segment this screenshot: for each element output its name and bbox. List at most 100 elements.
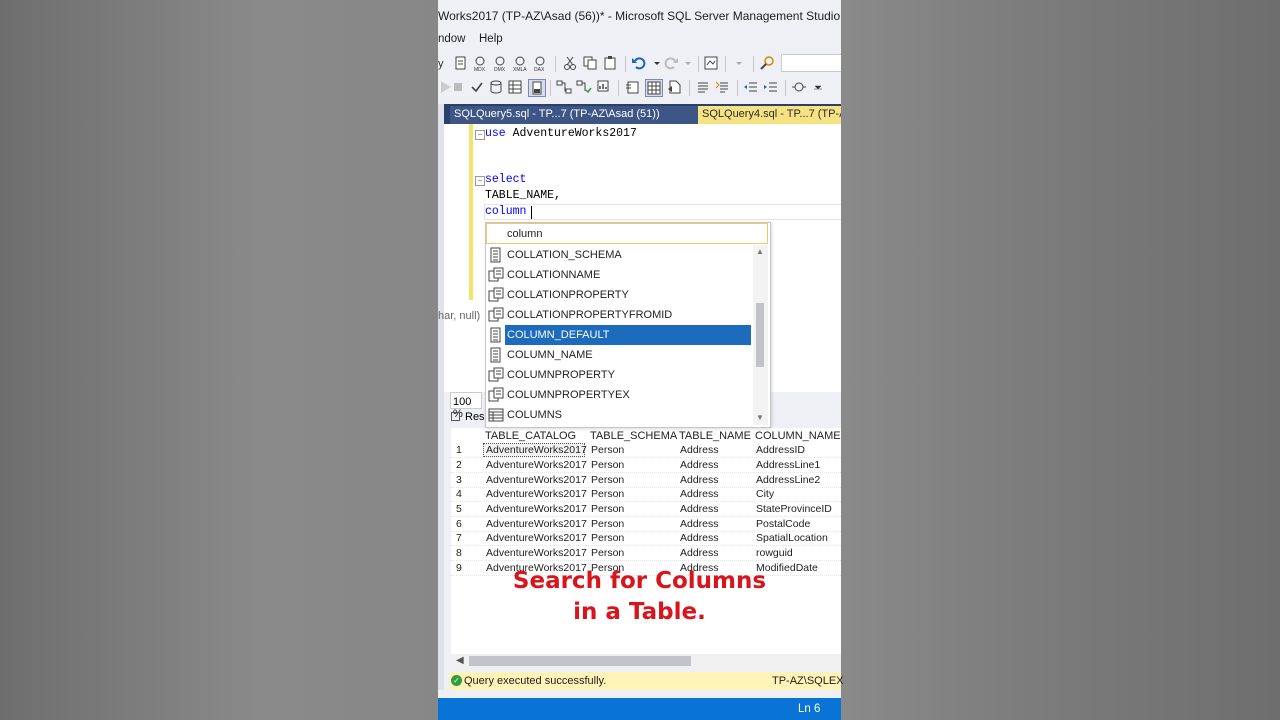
chevron-up-icon[interactable]: ▲	[756, 247, 764, 256]
list-item[interactable]: COLLATION_SCHEMA	[486, 245, 752, 265]
grid-cell[interactable]: AdventureWorks2017	[486, 474, 587, 486]
grid-cell[interactable]: AdventureWorks2017	[486, 488, 587, 500]
copy-icon[interactable]	[582, 55, 598, 71]
list-item[interactable]: COLUMNS	[486, 405, 752, 425]
grid-cell[interactable]: Person	[591, 488, 624, 500]
grid-cell[interactable]: City	[756, 488, 774, 500]
grid-cell[interactable]: AdventureWorks2017	[486, 444, 587, 456]
grid-cell[interactable]: Address	[680, 488, 719, 500]
table-row[interactable]: 2 AdventureWorks2017 Person Address Addr…	[451, 458, 841, 473]
redo-icon[interactable]	[663, 55, 679, 71]
grid-cell[interactable]: Person	[591, 518, 624, 530]
table-row[interactable]: 3 AdventureWorks2017 Person Address Addr…	[451, 473, 841, 488]
grid-cell[interactable]: Person	[591, 459, 624, 471]
decrease-indent-icon[interactable]	[743, 79, 759, 95]
scrollbar-thumb[interactable]	[756, 303, 764, 367]
tab-sqlquery5[interactable]: SQLQuery5.sql - TP...7 (TP-AZ\Asad (51))	[450, 106, 698, 124]
grid-cell[interactable]: SpatialLocation	[756, 532, 828, 544]
grid-cell[interactable]: Person	[591, 503, 624, 515]
grid-cell[interactable]: Address	[680, 444, 719, 456]
specify-template-values-icon[interactable]	[791, 79, 807, 95]
dmx-query-icon[interactable]: DMX	[492, 55, 508, 71]
mdx-query-icon[interactable]: MDX	[472, 55, 488, 71]
grid-horizontal-scrollbar[interactable]: ◀	[451, 654, 841, 668]
list-item[interactable]: COLUMNPROPERTYEX	[486, 385, 752, 405]
results-to-grid-icon[interactable]	[645, 79, 663, 97]
display-plan-icon[interactable]	[556, 79, 572, 95]
find-input[interactable]	[781, 54, 841, 72]
list-item[interactable]: COLUMNPROPERTY	[486, 365, 752, 385]
statistics-icon[interactable]	[596, 79, 612, 95]
dax-query-icon[interactable]: DAX	[532, 55, 548, 71]
grid-cell[interactable]: Person	[591, 474, 624, 486]
table-row[interactable]: 5 AdventureWorks2017 Person Address Stat…	[451, 502, 841, 517]
cut-icon[interactable]	[562, 55, 578, 71]
increase-indent-icon[interactable]	[763, 79, 779, 95]
menu-window[interactable]: ndow	[438, 33, 466, 45]
grid-cell[interactable]: AdventureWorks2017	[486, 503, 587, 515]
tab-sqlquery4[interactable]: SQLQuery4.sql - TP...7 (TP-AZ	[698, 106, 841, 124]
grid-cell[interactable]: AddressLine1	[756, 459, 820, 471]
grid-cell[interactable]: AdventureWorks2017	[486, 532, 587, 544]
activity-monitor-icon[interactable]	[703, 55, 719, 71]
fold-toggle-icon[interactable]: −	[475, 176, 485, 186]
results-to-file-icon[interactable]	[667, 79, 683, 95]
grid-cell[interactable]: AdventureWorks2017	[486, 459, 587, 471]
grid-cell[interactable]: AddressID	[756, 444, 805, 456]
fold-toggle-icon[interactable]: −	[475, 130, 485, 140]
table-row[interactable]: 8 AdventureWorks2017 Person Address rowg…	[451, 546, 841, 561]
grid-cell[interactable]: rowguid	[756, 547, 793, 559]
parse-icon[interactable]	[469, 79, 485, 95]
grid-cell[interactable]: PostalCode	[756, 518, 810, 530]
intellisense-scrollbar[interactable]: ▲ ▼	[753, 245, 768, 425]
uncomment-icon[interactable]	[715, 79, 731, 95]
list-item-selected[interactable]: COLUMN_DEFAULT	[486, 325, 752, 345]
undo-icon[interactable]	[631, 55, 647, 71]
dropdown-icon[interactable]	[731, 55, 747, 71]
table-row[interactable]: 6 AdventureWorks2017 Person Address Post…	[451, 517, 841, 532]
stop-icon[interactable]	[450, 79, 466, 95]
table-row[interactable]: 1 AdventureWorks2017 Person Address Addr…	[451, 443, 841, 458]
results-text-icon[interactable]	[624, 79, 640, 95]
query-options-icon[interactable]	[576, 79, 592, 95]
menu-help[interactable]: Help	[479, 33, 503, 45]
list-item[interactable]: COLLATIONPROPERTY	[486, 285, 752, 305]
results-file-icon[interactable]	[528, 79, 546, 97]
chevron-left-icon[interactable]: ◀	[456, 655, 464, 666]
list-item[interactable]: COLLATIONPROPERTYFROMID	[486, 305, 752, 325]
table-row[interactable]: 7 AdventureWorks2017 Person Address Spat…	[451, 531, 841, 546]
grid-cell[interactable]: Address	[680, 474, 719, 486]
results-grid-icon[interactable]	[507, 79, 523, 95]
zoom-level[interactable]: 100 %	[450, 392, 482, 420]
list-item[interactable]: COLLATIONNAME	[486, 265, 752, 285]
column-header[interactable]: TABLE_NAME	[679, 430, 751, 442]
scrollbar-thumb[interactable]	[469, 656, 691, 666]
grid-cell[interactable]: Address	[680, 547, 719, 559]
grid-cell[interactable]: AdventureWorks2017	[486, 547, 587, 559]
intellisense-filter[interactable]: column	[486, 223, 768, 244]
column-header[interactable]: TABLE_CATALOG	[485, 430, 576, 442]
grid-cell[interactable]: Address	[680, 459, 719, 471]
grid-cell[interactable]: Address	[680, 503, 719, 515]
chevron-down-icon[interactable]: ▼	[756, 413, 764, 422]
grid-cell[interactable]: AddressLine2	[756, 474, 820, 486]
grid-cell[interactable]: Address	[680, 518, 719, 530]
list-item[interactable]: COLUMN_NAME	[486, 345, 752, 365]
table-row[interactable]: 4 AdventureWorks2017 Person Address City	[451, 487, 841, 502]
column-header[interactable]: COLUMN_NAME	[755, 430, 841, 442]
chevron-down-icon[interactable]	[810, 79, 826, 95]
grid-cell[interactable]: Address	[680, 532, 719, 544]
chevron-down-icon[interactable]	[680, 55, 696, 71]
grid-cell[interactable]: StateProvinceID	[756, 503, 832, 515]
tab-results[interactable]: Resu	[451, 410, 491, 426]
grid-cell[interactable]: Person	[591, 547, 624, 559]
column-header[interactable]: TABLE_SCHEMA	[590, 430, 677, 442]
grid-cell[interactable]: Person	[591, 444, 624, 456]
grid-cell[interactable]: Person	[591, 532, 624, 544]
connection-icon[interactable]	[488, 79, 504, 95]
grid-cell[interactable]: AdventureWorks2017	[486, 518, 587, 530]
comment-icon[interactable]	[695, 79, 711, 95]
find-icon[interactable]	[759, 55, 775, 71]
paste-icon[interactable]	[602, 55, 618, 71]
dropdown-arrow-icon[interactable]: y	[438, 55, 454, 71]
